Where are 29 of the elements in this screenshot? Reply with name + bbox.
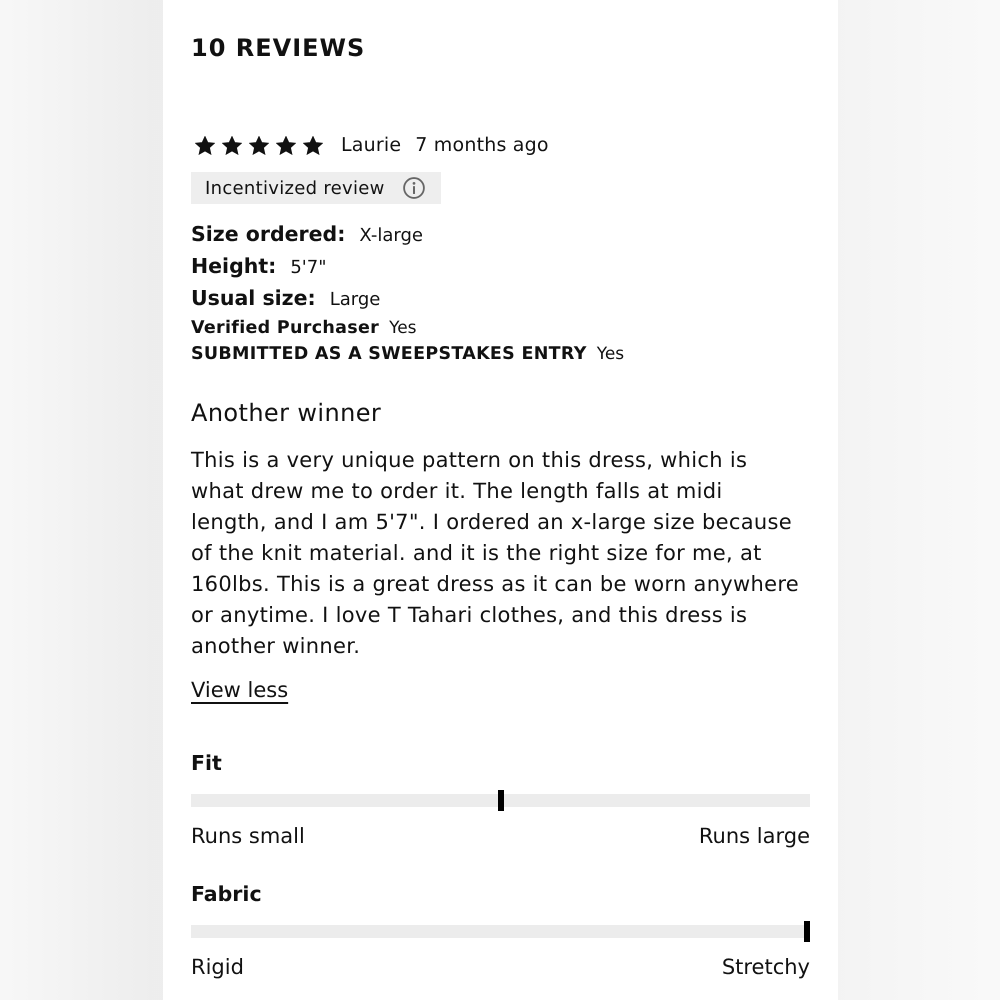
- star-icon: [222, 136, 242, 154]
- detail-label: Usual size:: [191, 285, 316, 312]
- scale-max-label: Stretchy: [722, 954, 810, 981]
- info-icon[interactable]: [403, 177, 425, 199]
- detail-value: 5'7": [290, 256, 326, 280]
- review-text: This is a very unique pattern on this dress, which is what drew me to order it. The length falls at midi length, and I am 5'7". I ordered an x-large size because of the knit material. and it is the right size for me, at 160lbs. This is a great dress as it can be worn anywhere or anytime. I love T Tahari clothes, and this dress is another winner.: [191, 447, 800, 660]
- reviewer-name: Laurie: [341, 134, 402, 156]
- scale-min-label: Runs small: [191, 823, 305, 850]
- star-icon: [303, 136, 323, 154]
- detail-value: Yes: [596, 343, 624, 366]
- detail-label: Height:: [191, 253, 276, 280]
- badge-label: Incentivized review: [205, 178, 386, 198]
- rating-name: Fit: [191, 750, 223, 777]
- star-icon: [195, 136, 215, 154]
- star-icon: [249, 136, 269, 154]
- reviews-heading: 10 REVIEWS: [191, 33, 366, 63]
- detail-value: Yes: [389, 317, 417, 340]
- detail-label: Verified Purchaser: [191, 317, 380, 340]
- scale-max-label: Runs large: [698, 823, 810, 850]
- detail-value: X-large: [359, 224, 423, 248]
- view-less-link[interactable]: View less: [191, 676, 288, 704]
- detail-value: Large: [330, 288, 380, 312]
- review-title: Another winner: [191, 398, 382, 428]
- rating-name: Fabric: [191, 881, 263, 908]
- star-icon: [276, 136, 296, 154]
- detail-label: Size ordered:: [191, 221, 346, 248]
- review-time: 7 months ago: [415, 134, 549, 156]
- scale-min-label: Rigid: [191, 954, 244, 981]
- detail-label: SUBMITTED AS A SWEEPSTAKES ENTRY: [191, 343, 587, 366]
